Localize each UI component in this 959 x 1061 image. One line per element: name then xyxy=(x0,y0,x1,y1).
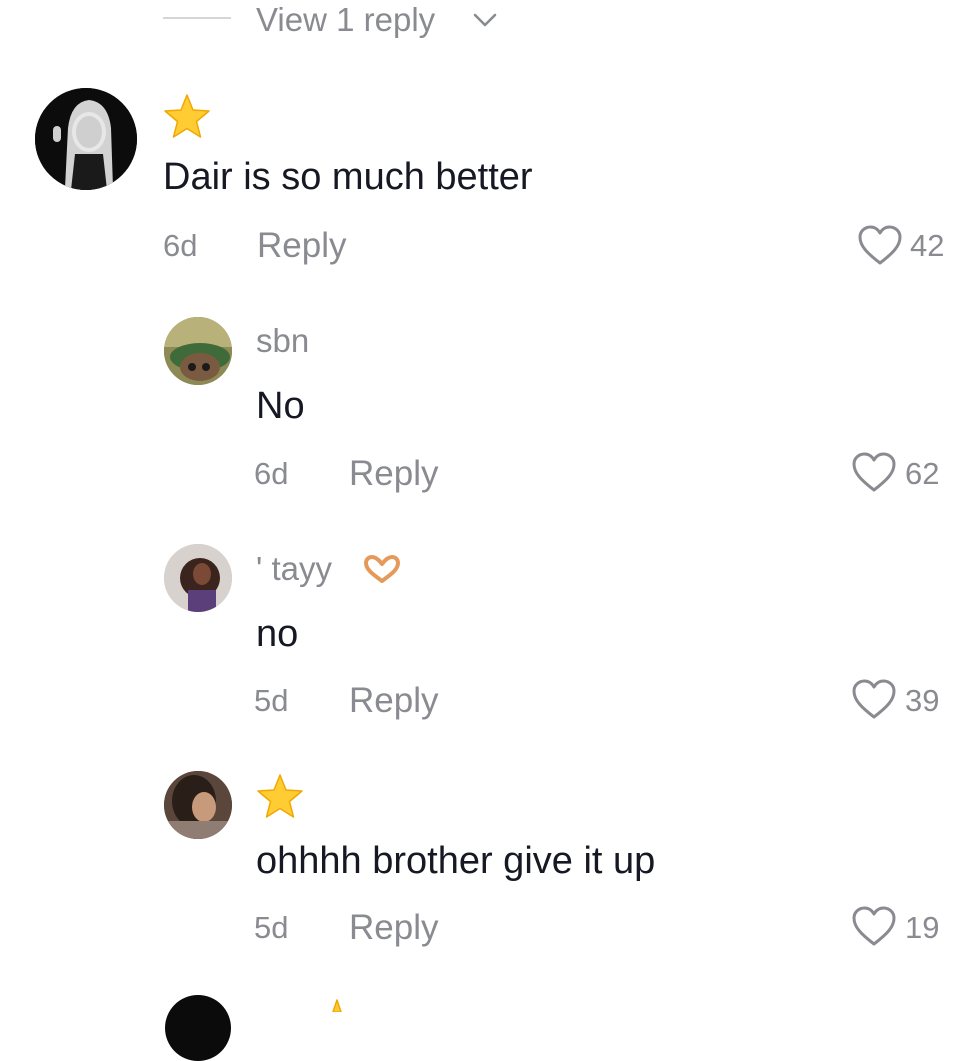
avatar[interactable] xyxy=(164,771,232,839)
heart-icon[interactable] xyxy=(851,905,897,947)
star-icon xyxy=(257,774,303,818)
avatar[interactable] xyxy=(164,317,232,385)
comment-text: ohhhh brother give it up xyxy=(256,840,656,882)
like-count: 19 xyxy=(905,910,940,945)
reply-button[interactable]: Reply xyxy=(349,681,438,721)
comment-time: 6d xyxy=(254,456,289,491)
reply-button[interactable]: Reply xyxy=(257,226,346,266)
chevron-down-icon[interactable] xyxy=(470,6,500,32)
like-count: 62 xyxy=(905,456,940,491)
heart-icon[interactable] xyxy=(851,678,897,720)
comment-text: Dair is so much better xyxy=(163,156,533,198)
comment-username[interactable]: ' tayy xyxy=(256,549,332,589)
star-icon xyxy=(164,94,210,138)
replies-divider xyxy=(163,17,231,19)
avatar[interactable] xyxy=(164,544,232,612)
comment-text: No xyxy=(256,385,305,427)
comment-time: 5d xyxy=(254,683,289,718)
comment-time: 6d xyxy=(163,228,198,263)
heart-icon[interactable] xyxy=(851,451,897,493)
comment-text: no xyxy=(256,613,299,655)
comment-time: 5d xyxy=(254,910,289,945)
avatar[interactable] xyxy=(35,88,137,190)
like-count: 39 xyxy=(905,683,940,718)
comment-username[interactable]: sbn xyxy=(256,321,309,361)
heart-icon[interactable] xyxy=(857,224,903,266)
heart-hands-icon xyxy=(364,555,400,583)
avatar[interactable] xyxy=(165,995,231,1061)
like-count: 42 xyxy=(910,228,945,263)
reply-button[interactable]: Reply xyxy=(349,454,438,494)
star-icon xyxy=(332,999,342,1012)
reply-button[interactable]: Reply xyxy=(349,908,438,948)
view-replies-button[interactable]: View 1 reply xyxy=(256,0,435,40)
